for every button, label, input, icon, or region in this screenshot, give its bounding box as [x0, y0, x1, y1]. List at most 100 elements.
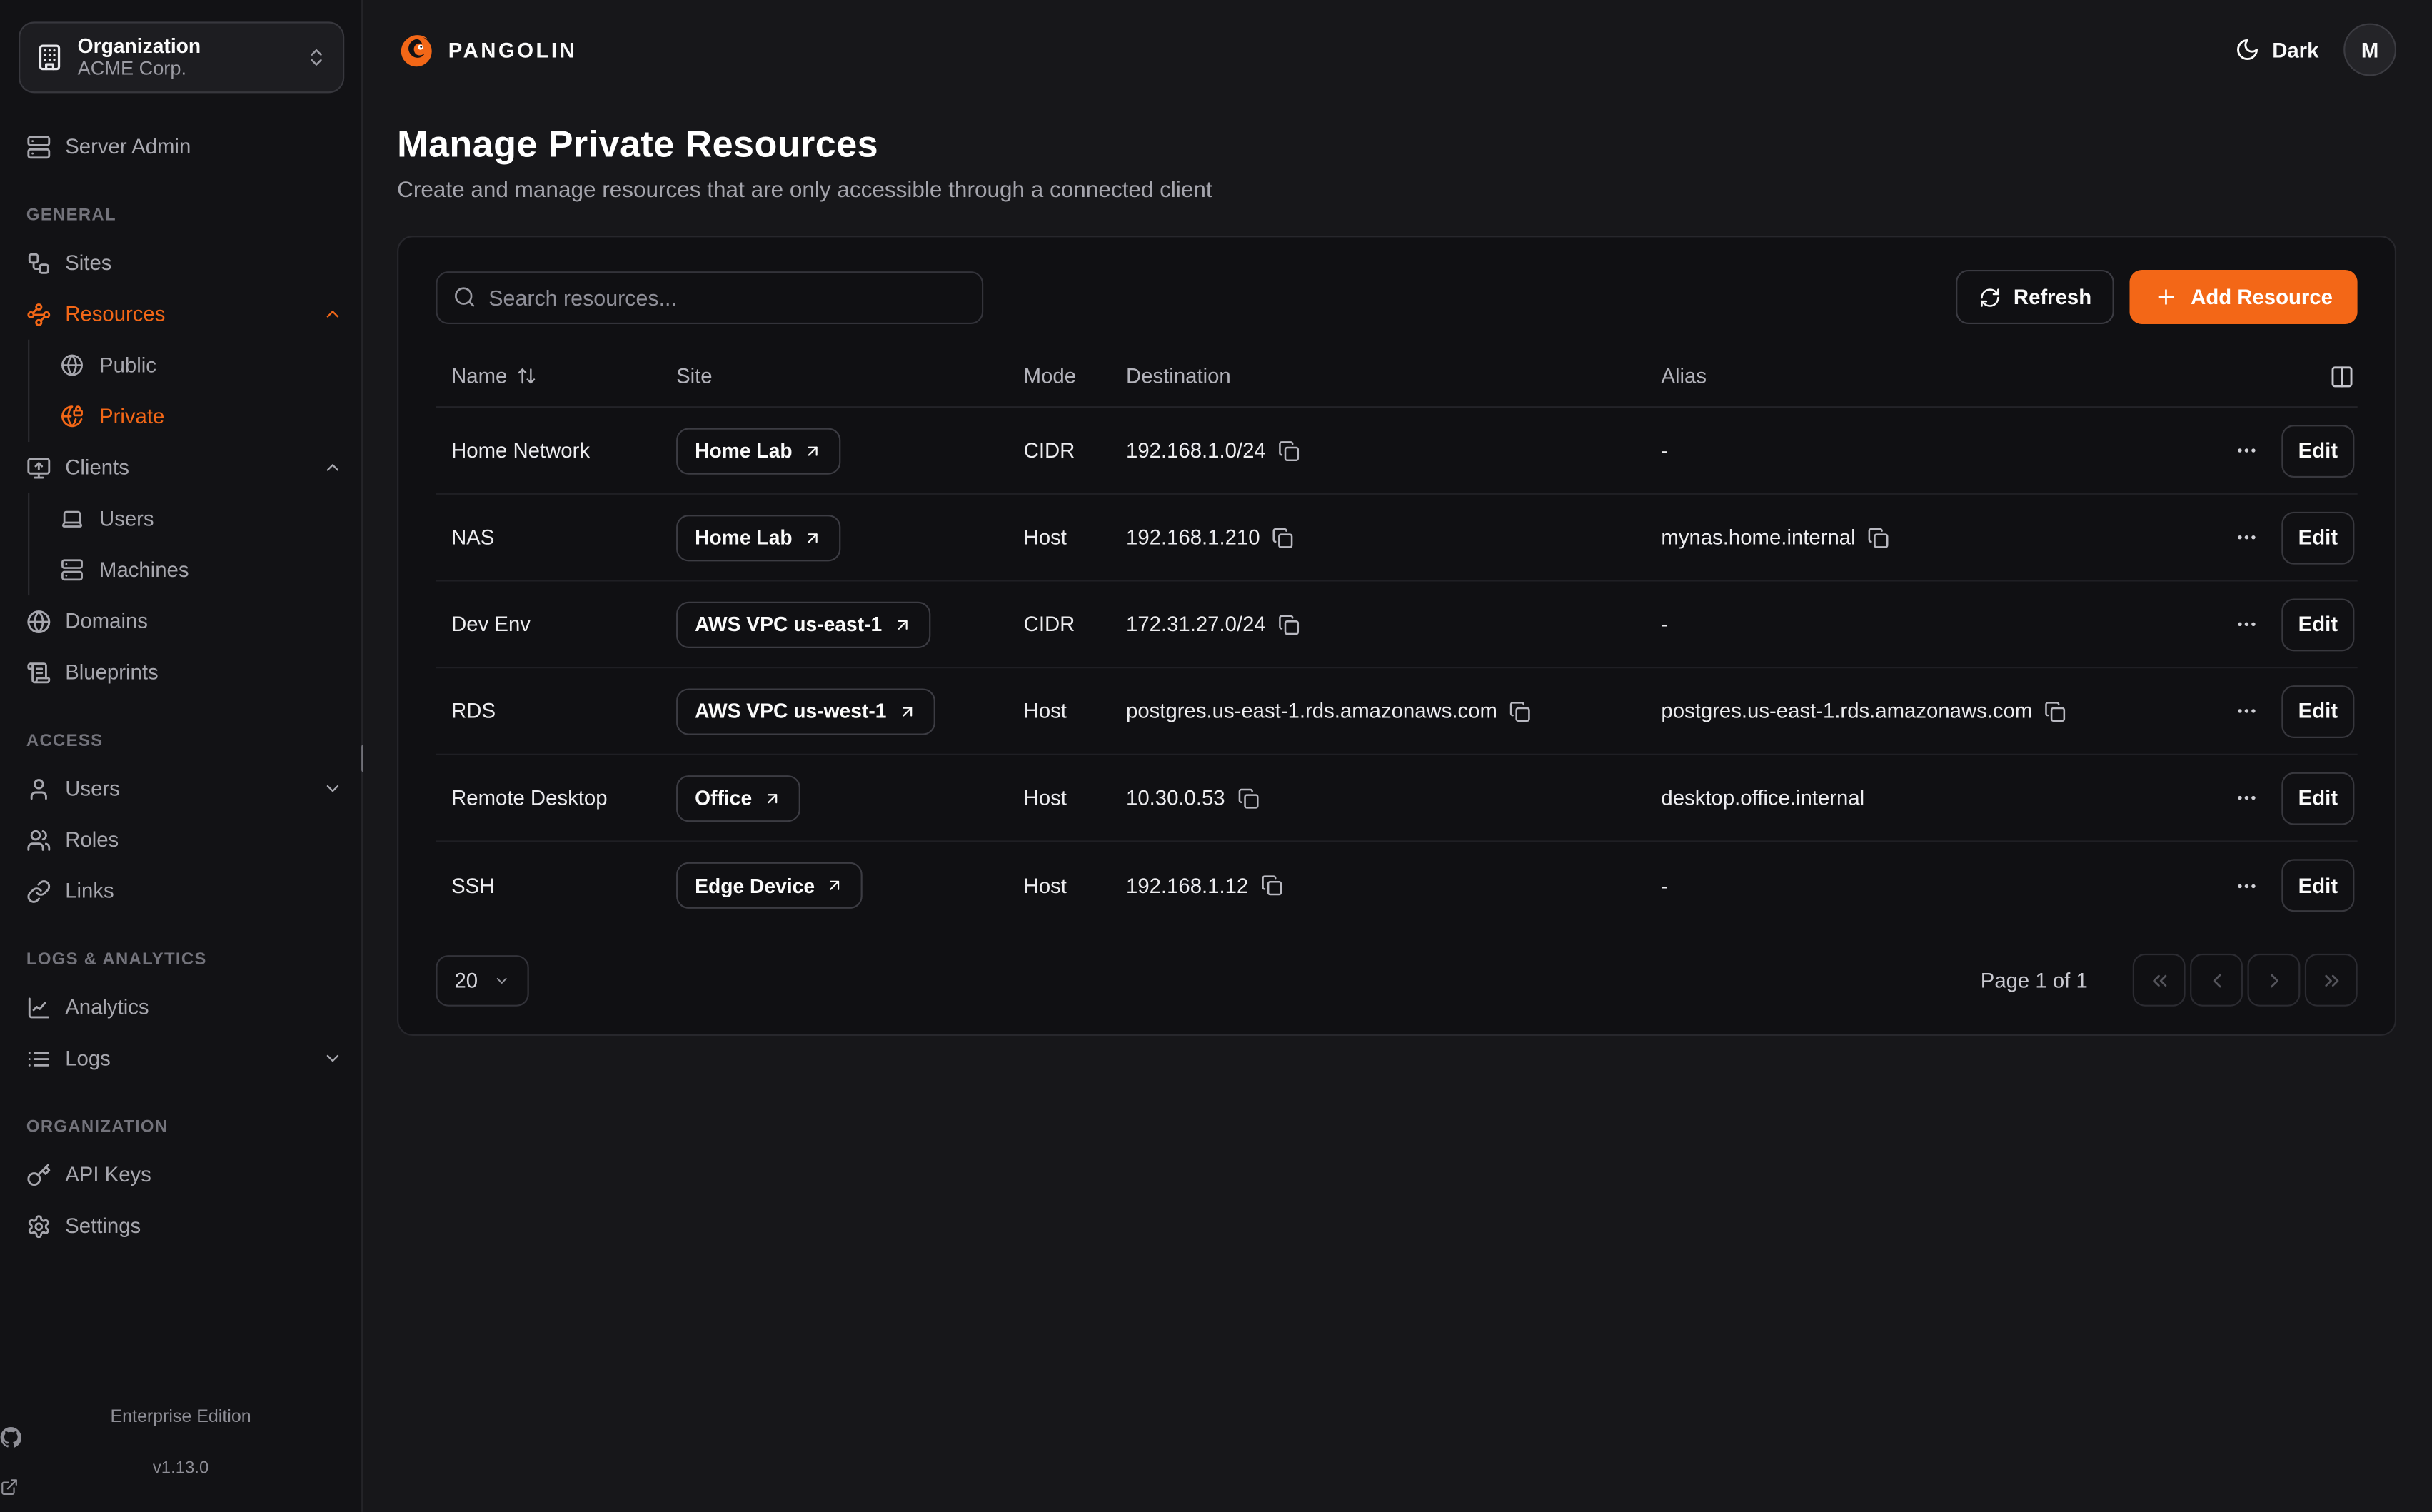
cell-destination: postgres.us-east-1.rds.amazonaws.com	[1110, 700, 1645, 723]
search-icon	[453, 286, 476, 309]
sidebar-item-server-admin[interactable]: Server Admin	[0, 121, 361, 172]
sidebar-item-clients[interactable]: Clients	[0, 442, 361, 493]
page-size-select[interactable]: 20	[436, 954, 528, 1006]
row-menu-button[interactable]	[2232, 439, 2261, 463]
sidebar-item-sites[interactable]: Sites	[0, 237, 361, 288]
column-header-name: Name	[436, 364, 660, 388]
chevron-right-icon	[2262, 969, 2286, 992]
edit-button[interactable]: Edit	[2281, 772, 2354, 825]
cell-name: NAS	[436, 525, 660, 549]
last-page-button[interactable]	[2305, 954, 2358, 1007]
search-input[interactable]	[488, 285, 966, 310]
cell-mode: Host	[1008, 700, 1110, 723]
site-link[interactable]: AWS VPC us-west-1	[676, 687, 935, 734]
edit-button[interactable]: Edit	[2281, 598, 2354, 650]
version-link[interactable]: v1.13.0	[0, 1459, 361, 1496]
edit-button[interactable]: Edit	[2281, 859, 2354, 912]
cell-alias: -	[1646, 613, 2199, 636]
site-link[interactable]: Edge Device	[676, 862, 863, 909]
main-area: PANGOLIN Dark M Manage Private Resources…	[363, 0, 2432, 1512]
copy-icon	[2045, 700, 2066, 722]
ellipsis-icon	[2235, 439, 2258, 463]
chevron-up-icon	[323, 458, 343, 478]
row-menu-button[interactable]	[2232, 700, 2261, 723]
brand-name: PANGOLIN	[448, 38, 577, 61]
columns-button[interactable]	[2330, 363, 2355, 388]
ellipsis-icon	[2235, 874, 2258, 897]
cell-name: Remote Desktop	[436, 786, 660, 810]
search-box	[436, 271, 983, 323]
org-selector[interactable]: Organization ACME Corp.	[19, 21, 344, 93]
site-link[interactable]: Office	[676, 775, 800, 821]
prev-page-button[interactable]	[2190, 954, 2243, 1007]
org-selector-label: Organization	[78, 34, 292, 58]
sidebar-item-domains[interactable]: Domains	[0, 595, 361, 647]
site-link[interactable]: Home Lab	[676, 514, 840, 560]
copy-button[interactable]	[1278, 613, 1300, 635]
section-label-logs-analytics: LOGS & ANALYTICS	[0, 951, 361, 969]
row-menu-button[interactable]	[2232, 874, 2261, 897]
row-menu-button[interactable]	[2232, 613, 2261, 636]
copy-button[interactable]	[1237, 787, 1259, 808]
site-link[interactable]: Home Lab	[676, 427, 840, 473]
sidebar-item-roles[interactable]: Roles	[0, 814, 361, 865]
org-selector-value: ACME Corp.	[78, 57, 292, 81]
arrow-up-right-icon	[803, 528, 822, 547]
cell-destination: 10.30.0.53	[1110, 786, 1645, 810]
sidebar-item-logs[interactable]: Logs	[0, 1033, 361, 1084]
copy-icon	[1237, 787, 1259, 808]
edit-button[interactable]: Edit	[2281, 424, 2354, 477]
next-page-button[interactable]	[2248, 954, 2301, 1007]
cell-site: Home Lab	[660, 514, 1008, 560]
scroll-text-icon	[26, 660, 51, 685]
cell-site: Edge Device	[660, 862, 1008, 909]
sidebar-item-private[interactable]: Private	[29, 390, 361, 442]
cell-site: Office	[660, 775, 1008, 821]
cell-name: Home Network	[436, 439, 660, 463]
refresh-button[interactable]: Refresh	[1956, 270, 2115, 324]
edition-link[interactable]: Enterprise Edition	[0, 1408, 361, 1448]
sidebar-item-users[interactable]: Users	[0, 763, 361, 815]
edit-button[interactable]: Edit	[2281, 685, 2354, 737]
sidebar-item-users[interactable]: Users	[29, 493, 361, 545]
columns-icon	[2330, 363, 2355, 388]
first-page-button[interactable]	[2133, 954, 2186, 1007]
site-link[interactable]: AWS VPC us-east-1	[676, 601, 930, 647]
sort-icon[interactable]	[516, 366, 536, 386]
version-label: v1.13.0	[153, 1459, 208, 1478]
brand[interactable]: PANGOLIN	[397, 30, 577, 69]
globe-icon	[26, 609, 51, 634]
arrow-up-right-icon	[898, 702, 916, 720]
cell-mode: CIDR	[1008, 439, 1110, 463]
settings-icon	[26, 1214, 51, 1239]
avatar[interactable]: M	[2343, 24, 2396, 76]
avatar-initial: M	[2361, 38, 2378, 61]
table-row: SSHEdge DeviceHost192.168.1.12-Edit	[436, 842, 2357, 929]
section-label-access: ACCESS	[0, 732, 361, 750]
row-menu-button[interactable]	[2232, 525, 2261, 549]
cell-name: Dev Env	[436, 613, 660, 636]
cell-site: AWS VPC us-west-1	[660, 687, 1008, 734]
copy-button[interactable]	[1261, 875, 1282, 896]
sidebar-item-machines[interactable]: Machines	[29, 544, 361, 595]
sidebar-item-settings[interactable]: Settings	[0, 1200, 361, 1251]
edit-button[interactable]: Edit	[2281, 511, 2354, 564]
sidebar-item-resources[interactable]: Resources	[0, 288, 361, 340]
sidebar-item-blueprints[interactable]: Blueprints	[0, 647, 361, 698]
theme-toggle[interactable]: Dark	[2235, 37, 2318, 62]
row-menu-button[interactable]	[2232, 786, 2261, 810]
copy-button[interactable]	[1272, 526, 1294, 548]
sidebar-item-links[interactable]: Links	[0, 865, 361, 917]
copy-button[interactable]	[1868, 526, 1889, 548]
copy-button[interactable]	[1278, 440, 1300, 461]
copy-button[interactable]	[1509, 700, 1531, 722]
sidebar-item-analytics[interactable]: Analytics	[0, 982, 361, 1033]
add-resource-button[interactable]: Add Resource	[2130, 270, 2357, 324]
column-header-actions	[2199, 363, 2358, 388]
sidebar-item-public[interactable]: Public	[29, 340, 361, 391]
sidebar-item-api-keys[interactable]: API Keys	[0, 1149, 361, 1201]
chevron-left-icon	[2205, 969, 2229, 992]
globe-lock-icon	[61, 405, 86, 428]
copy-button[interactable]	[2045, 700, 2066, 722]
copy-icon	[1868, 526, 1889, 548]
